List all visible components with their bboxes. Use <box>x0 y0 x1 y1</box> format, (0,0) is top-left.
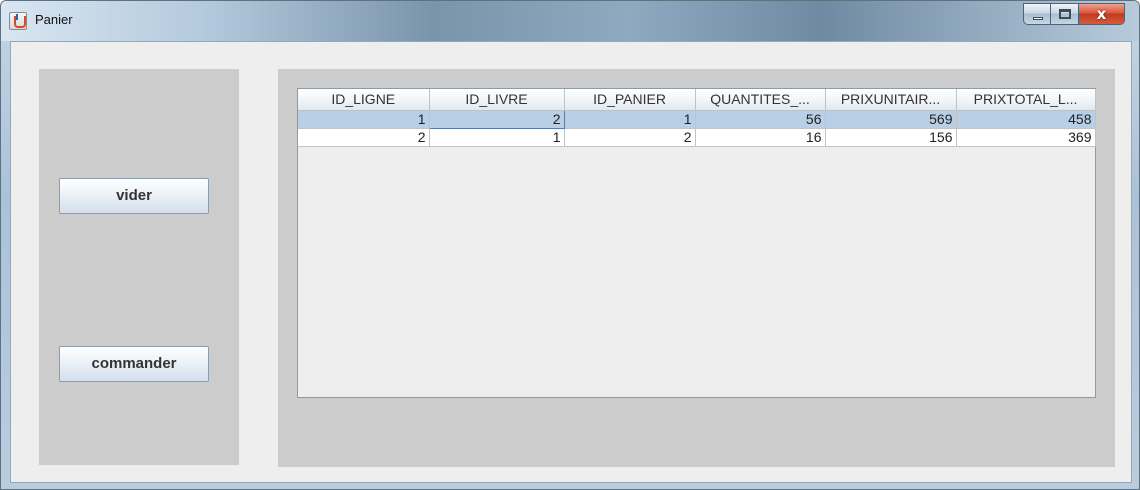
window-title: Panier <box>35 12 73 27</box>
table-cell[interactable]: 1 <box>564 110 696 129</box>
commander-button[interactable]: commander <box>59 346 209 382</box>
title-bar[interactable]: Panier x <box>1 1 1139 41</box>
table-cell[interactable]: 16 <box>695 128 826 147</box>
table-scroll-pane[interactable]: ID_LIGNE ID_LIVRE ID_PANIER QUANTITES_..… <box>297 88 1096 398</box>
table-cell[interactable]: 458 <box>956 110 1096 129</box>
table-cell[interactable]: 1 <box>429 128 565 147</box>
column-header[interactable]: ID_LIGNE <box>298 89 430 111</box>
table-cell[interactable]: 56 <box>695 110 826 129</box>
close-button[interactable]: x <box>1079 3 1125 25</box>
vider-button[interactable]: vider <box>59 178 209 214</box>
cart-table: ID_LIGNE ID_LIVRE ID_PANIER QUANTITES_..… <box>298 89 1096 147</box>
column-header[interactable]: PRIXUNITAIR... <box>825 89 957 111</box>
window-controls: x <box>1023 3 1125 25</box>
maximize-icon <box>1059 9 1071 19</box>
table-panel: ID_LIGNE ID_LIVRE ID_PANIER QUANTITES_..… <box>278 69 1115 467</box>
table-cell[interactable]: 2 <box>298 128 430 147</box>
content-pane: vider commander ID_LIGNE ID_LIVRE ID_PAN… <box>10 41 1132 483</box>
table-row[interactable]: 1 2 1 56 569 458 <box>298 109 1096 129</box>
column-header[interactable]: PRIXTOTAL_L... <box>956 89 1096 111</box>
table-row[interactable]: 2 1 2 16 156 369 <box>298 128 1096 147</box>
java-cup-icon <box>9 12 27 30</box>
table-cell[interactable]: 2 <box>564 128 696 147</box>
table-cell[interactable]: 369 <box>956 128 1096 147</box>
column-header[interactable]: ID_LIVRE <box>429 89 565 111</box>
table-cell[interactable]: 1 <box>298 110 430 129</box>
minimize-icon <box>1033 17 1043 20</box>
table-header-row: ID_LIGNE ID_LIVRE ID_PANIER QUANTITES_..… <box>298 89 1096 111</box>
table-cell[interactable]: 156 <box>825 128 957 147</box>
close-icon: x <box>1096 5 1107 23</box>
column-header[interactable]: ID_PANIER <box>564 89 696 111</box>
actions-panel: vider commander <box>39 69 239 465</box>
table-cell-focused[interactable]: 2 <box>428 109 565 129</box>
minimize-button[interactable] <box>1023 3 1051 25</box>
maximize-button[interactable] <box>1051 3 1079 25</box>
table-cell[interactable]: 569 <box>825 110 957 129</box>
column-header[interactable]: QUANTITES_... <box>695 89 826 111</box>
app-window: Panier x vider commander ID_LIGNE ID_LIV… <box>0 0 1140 490</box>
